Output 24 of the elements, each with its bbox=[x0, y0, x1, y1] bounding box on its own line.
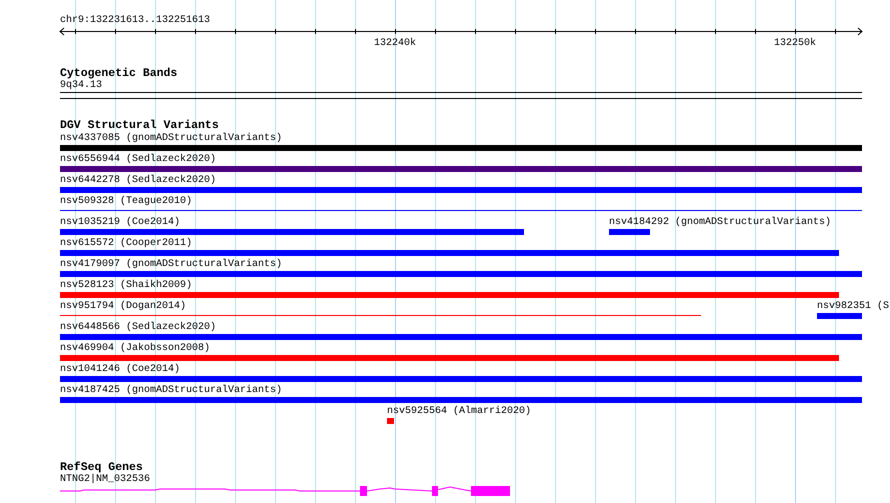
tick-label: 132240k bbox=[374, 38, 416, 49]
gene-label: NTNG2|NM_032536 bbox=[60, 474, 150, 485]
variant-label: nsv1035219 (Coe2014) bbox=[60, 217, 180, 228]
variant-label: nsv528123 (Shaikh2009) bbox=[60, 280, 192, 291]
track-title: Cytogenetic Bands bbox=[60, 67, 178, 80]
track-title: DGV Structural Variants bbox=[60, 119, 220, 132]
variant-label: nsv1041246 (Coe2014) bbox=[60, 364, 180, 375]
variant-label: nsv982351 (S bbox=[817, 301, 890, 312]
variant-label: nsv4179097 (gnomADStructuralVariants) bbox=[60, 259, 282, 270]
variant-label: nsv4184292 (gnomADStructuralVariants) bbox=[609, 217, 832, 228]
location-label: chr9:132231613..132251613 bbox=[60, 15, 212, 26]
variant-label: nsv509328 (Teague2010) bbox=[60, 196, 192, 207]
variant-label: nsv6556944 (Sedlazeck2020) bbox=[60, 154, 216, 165]
track-title: RefSeq Genes bbox=[60, 461, 143, 474]
variant-label: nsv6448566 (Sedlazeck2020) bbox=[60, 322, 216, 333]
variant-label: nsv4337085 (gnomADStructuralVariants) bbox=[60, 133, 282, 144]
tick-label: 132250k bbox=[774, 38, 816, 49]
band-label: 9q34.13 bbox=[60, 80, 102, 91]
variant-label: nsv951794 (Dogan2014) bbox=[60, 301, 186, 312]
variant-label: nsv469904 (Jakobsson2008) bbox=[60, 343, 210, 354]
variant-label: nsv4187425 (gnomADStructuralVariants) bbox=[60, 385, 282, 396]
variant-label: nsv5925564 (Almarri2020) bbox=[387, 406, 532, 417]
variant-label: nsv615572 (Cooper2011) bbox=[60, 238, 192, 249]
variant-label: nsv6442278 (Sedlazeck2020) bbox=[60, 175, 216, 186]
